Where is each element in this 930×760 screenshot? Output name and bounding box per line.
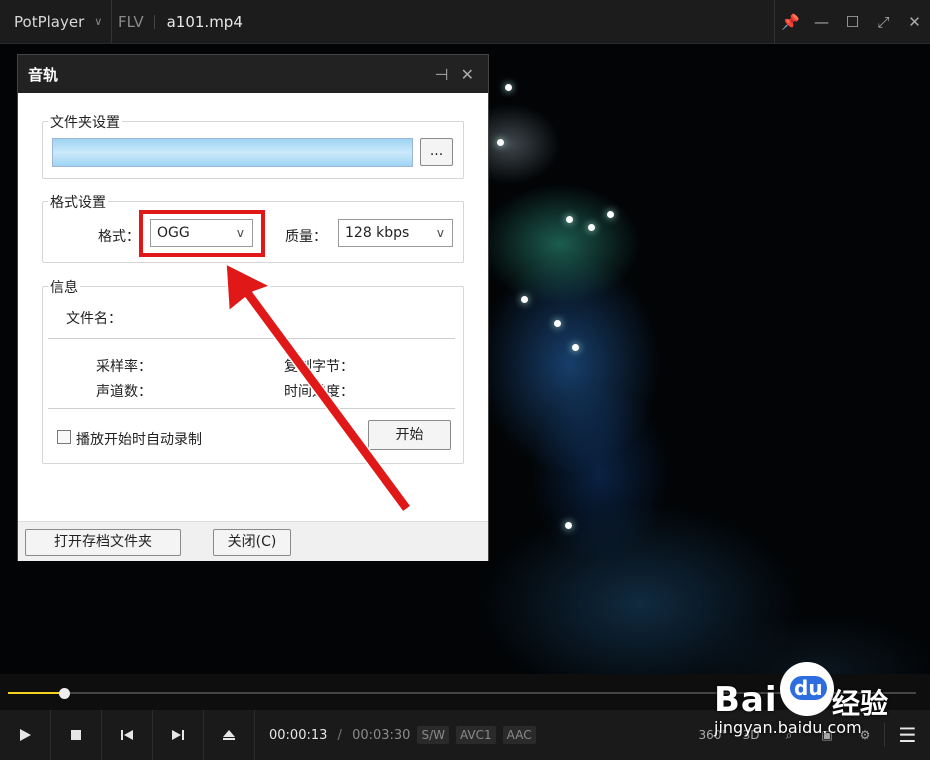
time-display: 00:00:13 / 00:03:30 — [269, 728, 410, 743]
time-progress-label: 时间进度： — [284, 384, 354, 400]
app-menu-button[interactable]: PotPlayer ∨ — [0, 0, 112, 43]
divider — [48, 338, 455, 339]
quality-value: 128 kbps — [345, 225, 410, 241]
eject-icon — [223, 730, 235, 740]
seek-progress — [8, 692, 65, 694]
quality-label: 质量： — [285, 229, 327, 245]
current-time: 00:00:13 — [269, 727, 328, 743]
maximize-button[interactable]: ☐ — [837, 13, 868, 31]
divider — [48, 408, 455, 409]
format-settings-legend: 格式设置 — [48, 192, 108, 212]
stage-light — [554, 320, 561, 327]
seek-thumb[interactable] — [59, 688, 71, 699]
minimize-button[interactable]: — — [806, 13, 837, 31]
eject-button[interactable] — [204, 710, 255, 760]
title-bar: PotPlayer ∨ FLV a101.mp4 📌 — ☐ ⤢ ✕ — [0, 0, 930, 44]
stage-light — [607, 211, 614, 218]
pin-icon[interactable]: ⊣ — [435, 65, 449, 84]
stage-light — [566, 216, 573, 223]
watermark-url: jingyan.baidu.com — [714, 718, 862, 737]
close-icon[interactable]: ✕ — [461, 65, 474, 84]
next-icon — [172, 730, 184, 740]
dialog-body: 文件夹设置 ... 格式设置 格式： OGG v 质量： 128 kbps v … — [18, 93, 488, 521]
auto-record-checkbox[interactable] — [57, 430, 71, 444]
close-dialog-button[interactable]: 关闭(C) — [213, 529, 291, 556]
stage-light — [497, 139, 504, 146]
stage-light — [588, 224, 595, 231]
file-name: a101.mp4 — [166, 12, 243, 31]
auto-record-label: 播放开始时自动录制 — [76, 432, 202, 448]
channels-label: 声道数： — [96, 384, 152, 400]
copied-bytes-label: 复制字节： — [284, 359, 354, 375]
baidu-jingyan-watermark: Bai 经验 jingyan.baidu.com — [714, 660, 914, 740]
sample-rate-label: 采样率： — [96, 359, 152, 375]
highlight-box — [139, 210, 265, 257]
stage-light — [572, 344, 579, 351]
start-button[interactable]: 开始 — [368, 420, 451, 450]
save-folder-input[interactable] — [52, 138, 413, 167]
total-duration: 00:03:30 — [352, 727, 411, 743]
stage-light — [565, 522, 572, 529]
dialog-footer: 打开存档文件夹 关闭(C) — [18, 521, 488, 561]
container-format: FLV — [118, 14, 155, 29]
dialog-title: 音轨 — [28, 65, 59, 84]
format-label: 格式： — [98, 229, 140, 245]
browse-button[interactable]: ... — [420, 138, 453, 166]
baidu-paw-logo — [780, 662, 834, 716]
previous-icon — [121, 730, 133, 740]
stop-button[interactable] — [51, 710, 102, 760]
watermark-baidu: Bai — [714, 680, 778, 720]
stop-icon — [71, 730, 81, 740]
play-icon — [20, 729, 31, 741]
pin-icon[interactable]: 📌 — [775, 13, 806, 31]
close-window-button[interactable]: ✕ — [899, 13, 930, 31]
filename-label: 文件名： — [66, 311, 122, 327]
dialog-header: 音轨 ⊣ ✕ — [18, 55, 488, 93]
watermark-jingyan: 经验 — [832, 687, 889, 720]
audio-codec-tag[interactable]: AAC — [502, 726, 536, 744]
quality-select[interactable]: 128 kbps v — [338, 219, 453, 247]
fullscreen-button[interactable]: ⤢ — [868, 13, 899, 31]
stage-light — [521, 296, 528, 303]
window-controls: 📌 — ☐ ⤢ ✕ — [774, 0, 930, 44]
video-codec-tag[interactable]: AVC1 — [455, 726, 496, 744]
open-archive-folder-button[interactable]: 打开存档文件夹 — [25, 529, 181, 556]
time-separator: / — [337, 727, 342, 743]
next-button[interactable] — [153, 710, 204, 760]
play-button[interactable] — [0, 710, 51, 760]
stage-light — [505, 84, 512, 91]
app-name: PotPlayer — [14, 12, 85, 31]
chevron-down-icon: ∨ — [94, 15, 103, 28]
chevron-down-icon: v — [436, 226, 444, 240]
folder-settings-legend: 文件夹设置 — [48, 112, 122, 132]
previous-button[interactable] — [102, 710, 153, 760]
audio-record-dialog: 音轨 ⊣ ✕ 文件夹设置 ... 格式设置 格式： OGG v 质量： 128 … — [17, 54, 489, 561]
info-legend: 信息 — [48, 277, 80, 297]
renderer-tag[interactable]: S/W — [417, 726, 449, 744]
